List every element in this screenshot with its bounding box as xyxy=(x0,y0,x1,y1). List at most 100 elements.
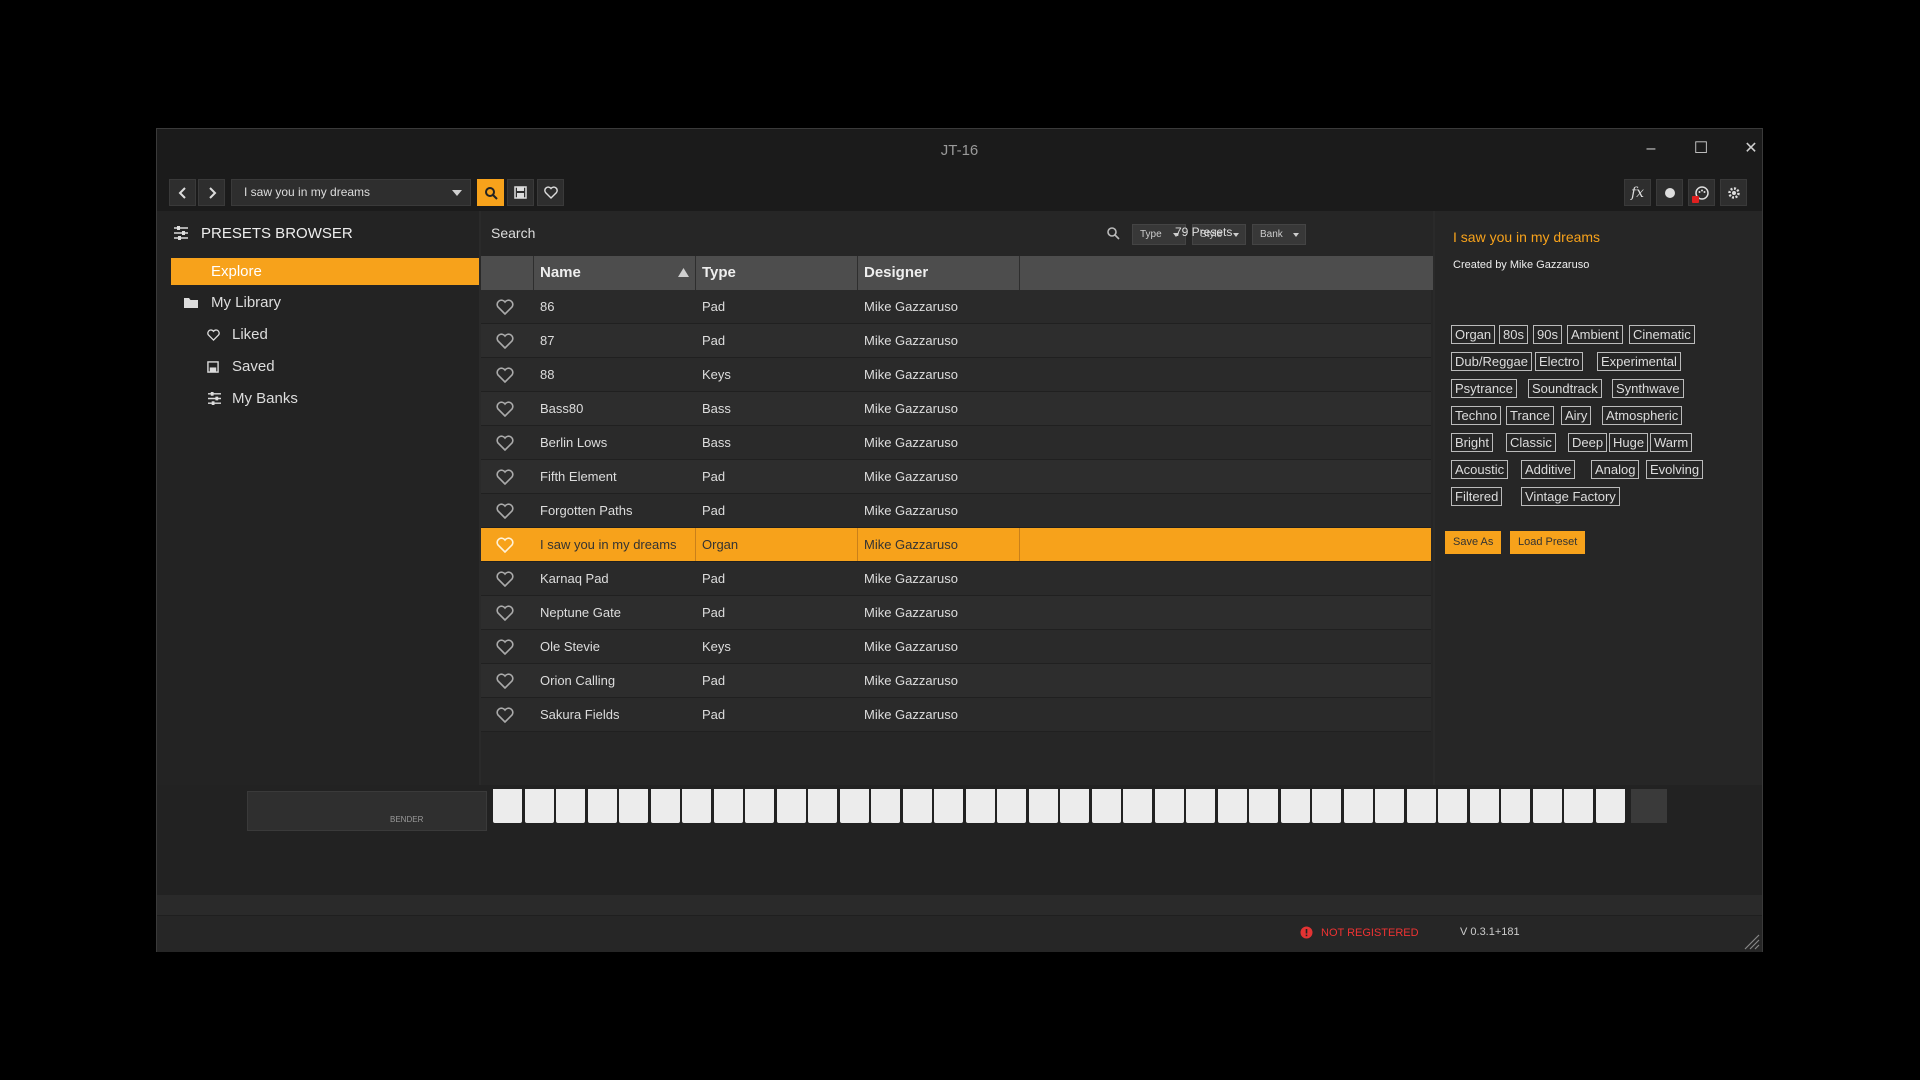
piano-key[interactable] xyxy=(1532,789,1562,823)
heart-icon[interactable] xyxy=(496,537,514,553)
piano-key[interactable] xyxy=(997,789,1026,823)
previous-preset-button[interactable] xyxy=(169,179,196,206)
piano-key[interactable] xyxy=(587,789,617,823)
tag-synthwave[interactable]: Synthwave xyxy=(1612,379,1684,398)
piano-key[interactable] xyxy=(1438,789,1467,823)
heart-icon[interactable] xyxy=(496,673,514,689)
preset-selector[interactable]: I saw you in my dreams xyxy=(231,179,471,206)
piano-key[interactable] xyxy=(682,789,711,823)
table-row[interactable]: 88 Keys Mike Gazzaruso xyxy=(481,358,1431,392)
tag-filtered[interactable]: Filtered xyxy=(1451,487,1503,506)
piano-key[interactable] xyxy=(1469,789,1499,823)
tag-90s[interactable]: 90s xyxy=(1533,325,1562,344)
load-preset-button[interactable]: Load Preset xyxy=(1510,531,1586,554)
piano-key[interactable] xyxy=(1249,789,1278,823)
tag-deep[interactable]: Deep xyxy=(1568,433,1608,452)
piano-key[interactable] xyxy=(1123,789,1152,823)
tag-organ[interactable]: Organ xyxy=(1451,325,1496,344)
tag-ambient[interactable]: Ambient xyxy=(1567,325,1623,344)
table-row[interactable]: Bass80 Bass Mike Gazzaruso xyxy=(481,392,1431,426)
piano-key[interactable] xyxy=(871,789,900,823)
sidebar-item-saved[interactable]: Saved xyxy=(171,353,479,380)
resize-grip-icon[interactable] xyxy=(1740,930,1760,950)
piano-key[interactable] xyxy=(1564,789,1593,823)
piano-key[interactable] xyxy=(1406,789,1436,823)
tag-vintage-factory[interactable]: Vintage Factory xyxy=(1521,487,1620,506)
sidebar-item-explore[interactable]: Explore xyxy=(171,258,479,285)
piano-key[interactable] xyxy=(1091,789,1121,823)
table-row[interactable]: Sakura Fields Pad Mike Gazzaruso xyxy=(481,698,1431,732)
table-row[interactable]: Ole Stevie Keys Mike Gazzaruso xyxy=(481,630,1431,664)
piano-key[interactable] xyxy=(1595,789,1625,823)
piano-key[interactable] xyxy=(902,789,932,823)
piano-key[interactable] xyxy=(1375,789,1404,823)
heart-icon[interactable] xyxy=(496,469,514,485)
table-row[interactable]: 86 Pad Mike Gazzaruso xyxy=(481,290,1431,324)
table-row[interactable]: Berlin Lows Bass Mike Gazzaruso xyxy=(481,426,1431,460)
tag-techno[interactable]: Techno xyxy=(1451,406,1501,425)
piano-key[interactable] xyxy=(1186,789,1215,823)
settings-button[interactable] xyxy=(1720,179,1747,206)
next-preset-button[interactable] xyxy=(198,179,225,206)
heart-icon[interactable] xyxy=(496,571,514,587)
registration-status[interactable]: NOT REGISTERED xyxy=(1300,926,1419,939)
sidebar-item-my-library[interactable]: My Library xyxy=(171,289,479,316)
piano-key[interactable] xyxy=(713,789,743,823)
save-preset-button[interactable] xyxy=(507,179,534,206)
table-row-selected[interactable]: I saw you in my dreams Organ Mike Gazzarus… xyxy=(481,528,1431,562)
tag-electro[interactable]: Electro xyxy=(1535,352,1584,371)
sidebar-item-liked[interactable]: Liked xyxy=(171,321,479,348)
search-icon[interactable] xyxy=(1106,226,1120,240)
tag-dub-reggae[interactable]: Dub/Reggae xyxy=(1451,352,1532,371)
piano-key[interactable] xyxy=(776,789,806,823)
save-as-button[interactable]: Save As xyxy=(1445,531,1502,554)
heart-icon[interactable] xyxy=(496,707,514,723)
piano-key[interactable] xyxy=(619,789,648,823)
piano-key[interactable] xyxy=(556,789,585,823)
minimize-button[interactable]: – xyxy=(1631,133,1671,165)
tag-acoustic[interactable]: Acoustic xyxy=(1451,460,1509,479)
piano-key[interactable] xyxy=(1280,789,1310,823)
tag-80s[interactable]: 80s xyxy=(1499,325,1528,344)
piano-key[interactable] xyxy=(1028,789,1058,823)
piano-key[interactable] xyxy=(934,789,963,823)
table-row[interactable]: Orion Calling Pad Mike Gazzaruso xyxy=(481,664,1431,698)
heart-icon[interactable] xyxy=(496,605,514,621)
piano-key[interactable] xyxy=(524,789,554,823)
piano-key[interactable] xyxy=(1060,789,1089,823)
tag-trance[interactable]: Trance xyxy=(1506,406,1554,425)
piano-key[interactable] xyxy=(808,789,837,823)
tag-evolving[interactable]: Evolving xyxy=(1646,460,1704,479)
favorite-button[interactable] xyxy=(537,179,564,206)
fx-button[interactable]: fx xyxy=(1624,179,1651,206)
piano-key[interactable] xyxy=(1154,789,1184,823)
table-row[interactable]: Karnaq Pad Pad Mike Gazzaruso xyxy=(481,562,1431,596)
piano-key[interactable] xyxy=(965,789,995,823)
piano-key[interactable] xyxy=(650,789,680,823)
record-button[interactable] xyxy=(1656,179,1683,206)
tag-huge[interactable]: Huge xyxy=(1609,433,1649,452)
heart-icon[interactable] xyxy=(496,401,514,417)
tag-atmospheric[interactable]: Atmospheric xyxy=(1602,406,1683,425)
tag-soundtrack[interactable]: Soundtrack xyxy=(1528,379,1602,398)
search-input[interactable]: Search xyxy=(491,221,971,245)
maximize-button[interactable]: ☐ xyxy=(1681,133,1721,165)
heart-icon[interactable] xyxy=(496,333,514,349)
column-header-name[interactable]: Name xyxy=(534,256,696,290)
column-header-favorite[interactable] xyxy=(481,256,534,290)
tag-psytrance[interactable]: Psytrance xyxy=(1451,379,1517,398)
column-header-type[interactable]: Type xyxy=(696,256,858,290)
tag-analog[interactable]: Analog xyxy=(1591,460,1640,479)
tag-cinematic[interactable]: Cinematic xyxy=(1629,325,1695,344)
piano-key[interactable] xyxy=(839,789,869,823)
heart-icon[interactable] xyxy=(496,299,514,315)
heart-icon[interactable] xyxy=(496,639,514,655)
table-row[interactable]: 87 Pad Mike Gazzaruso xyxy=(481,324,1431,358)
table-row[interactable]: Neptune Gate Pad Mike Gazzaruso xyxy=(481,596,1431,630)
pitch-bender[interactable] xyxy=(247,791,487,831)
tag-additive[interactable]: Additive xyxy=(1521,460,1576,479)
sidebar-item-my-banks[interactable]: My Banks xyxy=(171,385,479,412)
table-row[interactable]: Forgotten Paths Pad Mike Gazzaruso xyxy=(481,494,1431,528)
heart-icon[interactable] xyxy=(496,367,514,383)
tag-airy[interactable]: Airy xyxy=(1561,406,1592,425)
